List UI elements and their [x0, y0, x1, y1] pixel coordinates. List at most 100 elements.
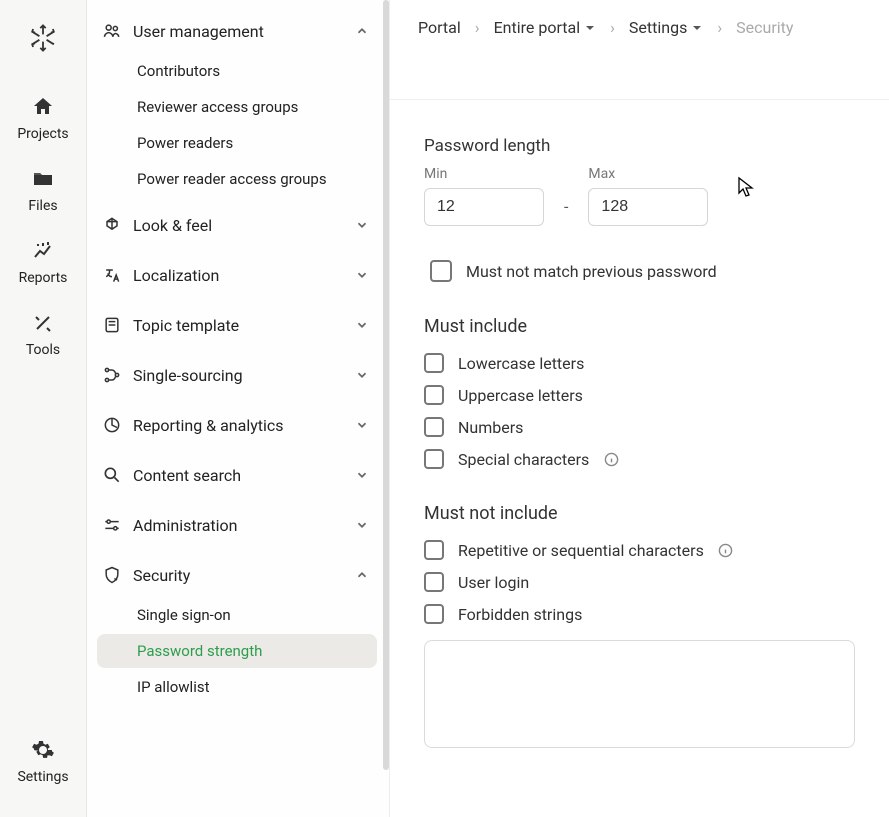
sidebar-item-contributors[interactable]: Contributors — [97, 54, 377, 88]
section-label: Localization — [133, 266, 355, 285]
sidebar-item-sso[interactable]: Single sign-on — [97, 598, 377, 632]
checkbox[interactable] — [424, 572, 444, 592]
branch-icon — [101, 364, 123, 386]
sidebar-section-administration[interactable]: Administration — [93, 504, 381, 546]
chart-line-icon — [30, 238, 56, 264]
check-label: Must not match previous password — [466, 262, 717, 281]
max-label: Max — [588, 166, 708, 182]
scrollbar[interactable] — [383, 0, 389, 770]
breadcrumb-separator: › — [610, 18, 615, 37]
app-logo-icon — [23, 18, 63, 58]
section-label: Content search — [133, 466, 355, 485]
section-label: Look & feel — [133, 216, 355, 235]
sidebar-item-reviewer-groups[interactable]: Reviewer access groups — [97, 90, 377, 124]
password-max-input[interactable] — [588, 188, 708, 226]
password-length-title: Password length — [424, 136, 855, 156]
rail-label: Reports — [19, 270, 68, 286]
chevron-up-icon — [355, 24, 371, 38]
checkbox[interactable] — [430, 260, 452, 282]
gear-icon — [30, 737, 56, 763]
checkbox[interactable] — [424, 449, 444, 469]
check-repetitive[interactable]: Repetitive or sequential characters — [424, 540, 855, 560]
chevron-down-icon — [355, 318, 371, 332]
sidebar-section-single-sourcing[interactable]: Single-sourcing — [93, 354, 381, 396]
sidebar-section-user-management[interactable]: User management — [93, 10, 381, 52]
check-no-match-previous[interactable]: Must not match previous password — [430, 260, 855, 282]
check-label: Numbers — [458, 418, 523, 437]
checkbox[interactable] — [424, 353, 444, 373]
breadcrumb-current: Security — [736, 18, 793, 37]
breadcrumb-separator: › — [475, 18, 480, 37]
analytics-icon — [101, 414, 123, 436]
sidebar-item-power-readers[interactable]: Power readers — [97, 126, 377, 160]
rail-reports[interactable]: Reports — [0, 226, 86, 298]
sidebar-section-look-feel[interactable]: Look & feel — [93, 204, 381, 246]
home-icon — [30, 94, 56, 120]
rail-files[interactable]: Files — [0, 154, 86, 226]
checkbox[interactable] — [424, 417, 444, 437]
chevron-up-icon — [355, 568, 371, 582]
check-label: Uppercase letters — [458, 386, 583, 405]
sidebar-section-reporting[interactable]: Reporting & analytics — [93, 404, 381, 446]
check-special[interactable]: Special characters — [424, 449, 855, 469]
chevron-down-icon — [355, 368, 371, 382]
info-icon[interactable] — [718, 542, 734, 558]
info-icon[interactable] — [603, 451, 619, 467]
sidebar-section-localization[interactable]: Localization — [93, 254, 381, 296]
caret-down-icon — [691, 22, 703, 34]
breadcrumb-settings[interactable]: Settings — [629, 18, 703, 37]
checkbox[interactable] — [424, 604, 444, 624]
chevron-down-icon — [355, 418, 371, 432]
check-label: Lowercase letters — [458, 354, 584, 373]
rail-label: Files — [28, 198, 57, 214]
must-include-title: Must include — [424, 316, 855, 337]
sidebar-item-password-strength[interactable]: Password strength — [97, 634, 377, 668]
checkbox[interactable] — [424, 540, 444, 560]
rail-settings[interactable]: Settings — [0, 725, 86, 797]
sliders-icon — [101, 514, 123, 536]
checkbox[interactable] — [424, 385, 444, 405]
breadcrumb-portal[interactable]: Portal — [418, 18, 461, 37]
sidebar-item-power-reader-groups[interactable]: Power reader access groups — [97, 162, 377, 196]
settings-sidebar: User management Contributors Reviewer ac… — [87, 0, 390, 817]
search-icon — [101, 464, 123, 486]
forbidden-strings-textarea[interactable] — [424, 640, 855, 748]
sidebar-section-content-search[interactable]: Content search — [93, 454, 381, 496]
breadcrumb-label: Settings — [629, 18, 687, 37]
rail-label: Settings — [17, 769, 68, 785]
check-uppercase[interactable]: Uppercase letters — [424, 385, 855, 405]
check-numbers[interactable]: Numbers — [424, 417, 855, 437]
caret-down-icon — [584, 22, 596, 34]
check-lowercase[interactable]: Lowercase letters — [424, 353, 855, 373]
check-forbidden[interactable]: Forbidden strings — [424, 604, 855, 624]
tools-icon — [30, 310, 56, 336]
chevron-down-icon — [355, 518, 371, 532]
check-label: Forbidden strings — [458, 605, 582, 624]
breadcrumb-entire-portal[interactable]: Entire portal — [494, 18, 597, 37]
min-label: Min — [424, 166, 544, 182]
breadcrumb: Portal › Entire portal › Settings › Secu… — [390, 0, 889, 55]
sidebar-item-ip-allowlist[interactable]: IP allowlist — [97, 670, 377, 704]
check-label: User login — [458, 573, 529, 592]
localization-icon — [101, 264, 123, 286]
main-panel: Portal › Entire portal › Settings › Secu… — [390, 0, 889, 817]
section-label: User management — [133, 22, 355, 41]
content-area: Password length Min - Max Must not match… — [390, 100, 889, 748]
template-icon — [101, 314, 123, 336]
breadcrumb-label: Entire portal — [494, 18, 581, 37]
chevron-down-icon — [355, 268, 371, 282]
folder-icon — [30, 166, 56, 192]
palette-icon — [101, 214, 123, 236]
check-user-login[interactable]: User login — [424, 572, 855, 592]
shield-icon — [101, 564, 123, 586]
rail-tools[interactable]: Tools — [0, 298, 86, 370]
must-not-include-title: Must not include — [424, 503, 855, 524]
rail-projects[interactable]: Projects — [0, 82, 86, 154]
check-label: Repetitive or sequential characters — [458, 541, 704, 560]
section-label: Topic template — [133, 316, 355, 335]
sidebar-section-topic-template[interactable]: Topic template — [93, 304, 381, 346]
password-min-input[interactable] — [424, 188, 544, 226]
sidebar-section-security[interactable]: Security — [93, 554, 381, 596]
rail-label: Projects — [17, 126, 68, 142]
rail-label: Tools — [26, 342, 60, 358]
